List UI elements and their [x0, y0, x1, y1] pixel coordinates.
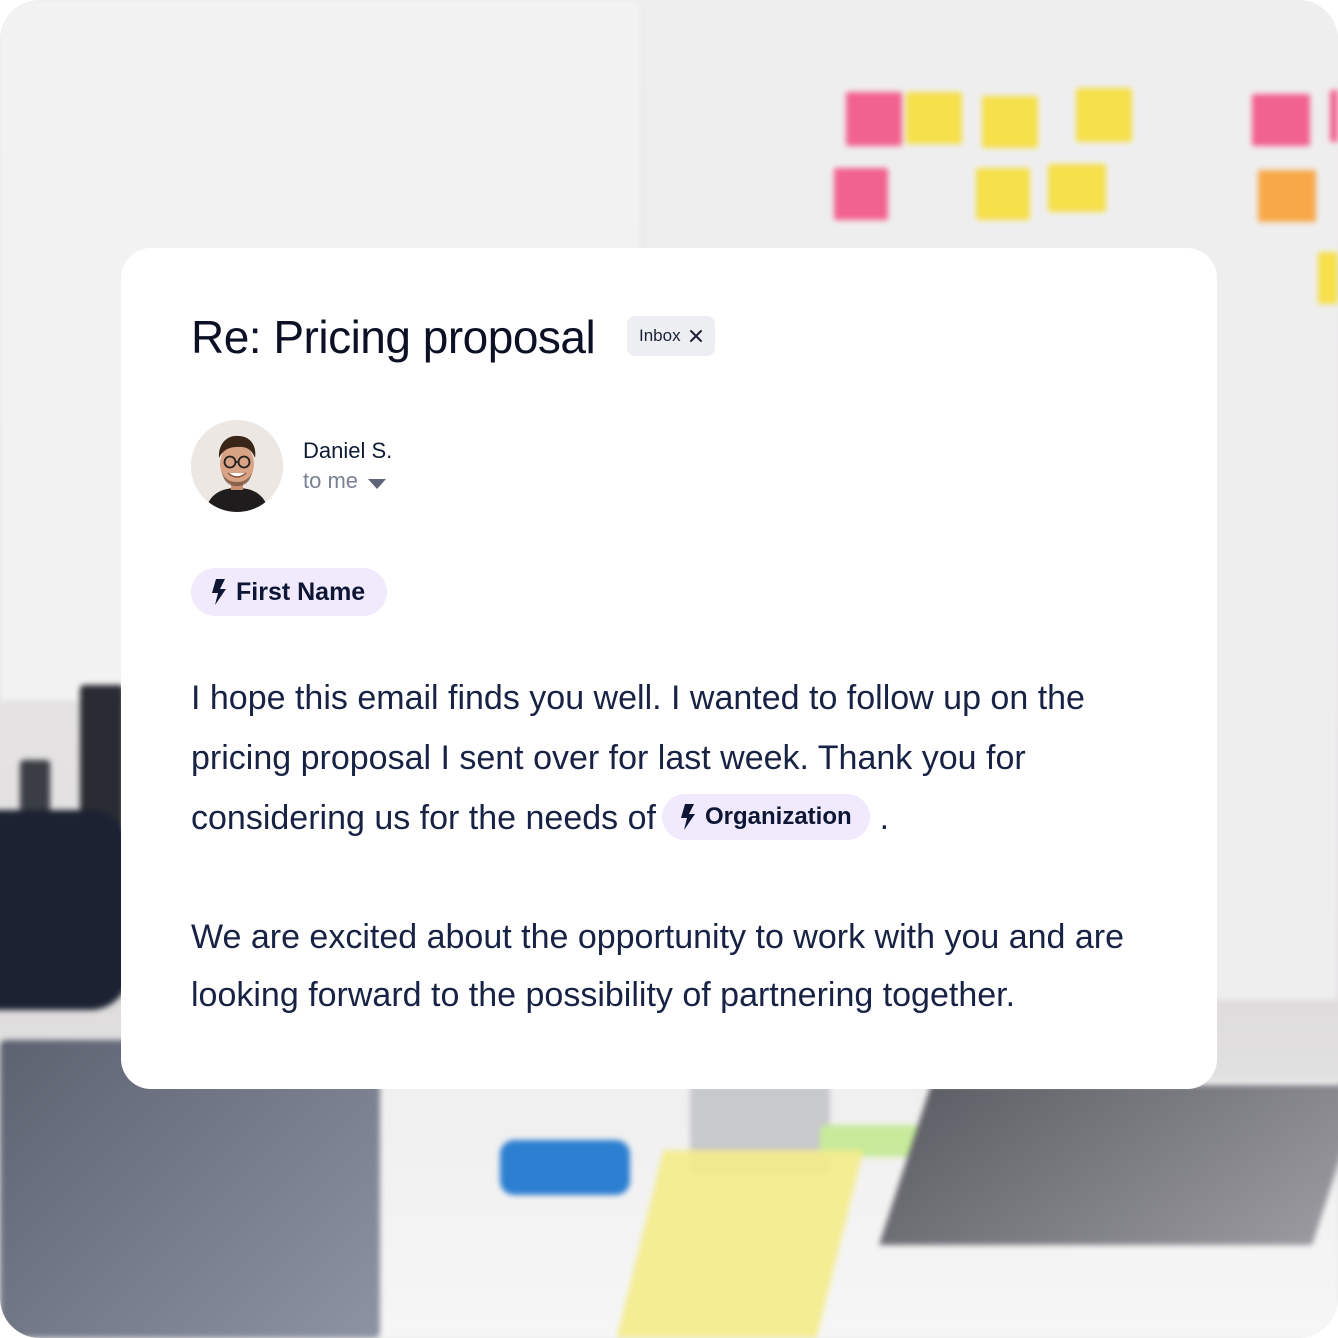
chevron-down-icon[interactable] — [368, 479, 387, 489]
screenshot-frame: Re: Pricing proposal Inbox Daniel S. to … — [0, 0, 1338, 1338]
close-icon[interactable] — [689, 329, 703, 343]
sticky-note — [1330, 90, 1338, 142]
organization-token[interactable]: Organization — [661, 794, 870, 841]
blue-object — [500, 1140, 630, 1195]
first-name-token-label: First Name — [236, 577, 366, 606]
sticky-note — [1252, 94, 1310, 146]
email-body-paragraph-1: I hope this email finds you well. I want… — [191, 668, 1151, 848]
avatar-photo — [191, 420, 283, 512]
laptop-right — [879, 1085, 1338, 1245]
sticky-note — [846, 92, 902, 146]
email-subject: Re: Pricing proposal — [191, 311, 596, 363]
email-body-paragraph-2: We are excited about the opportunity to … — [191, 918, 1125, 1014]
inbox-label-badge[interactable]: Inbox — [627, 316, 715, 356]
email-card: Re: Pricing proposal Inbox Daniel S. to … — [121, 248, 1217, 1089]
recipient-text: to me — [303, 468, 359, 493]
avatar[interactable] — [191, 420, 283, 512]
sticky-note — [1048, 164, 1106, 212]
body-text-part1: I hope this email finds you well. I want… — [191, 679, 1085, 837]
sticky-note — [834, 168, 888, 220]
body-text-period: . — [879, 799, 890, 837]
lightning-bolt-icon — [212, 579, 226, 605]
sticky-note — [906, 92, 962, 144]
first-name-token[interactable]: First Name — [191, 568, 388, 616]
lightning-bolt-icon — [680, 804, 695, 831]
sticky-note — [1258, 170, 1316, 222]
sender-name: Daniel S. — [303, 438, 393, 463]
recipient-toggle[interactable]: to me — [303, 468, 387, 494]
sticky-note — [1076, 88, 1132, 142]
sticky-note — [1318, 252, 1338, 304]
sticky-note — [982, 96, 1038, 148]
person-arm — [0, 810, 130, 1010]
inbox-label-text: Inbox — [639, 326, 681, 345]
sticky-note — [976, 168, 1030, 220]
organization-token-label: Organization — [704, 803, 852, 831]
